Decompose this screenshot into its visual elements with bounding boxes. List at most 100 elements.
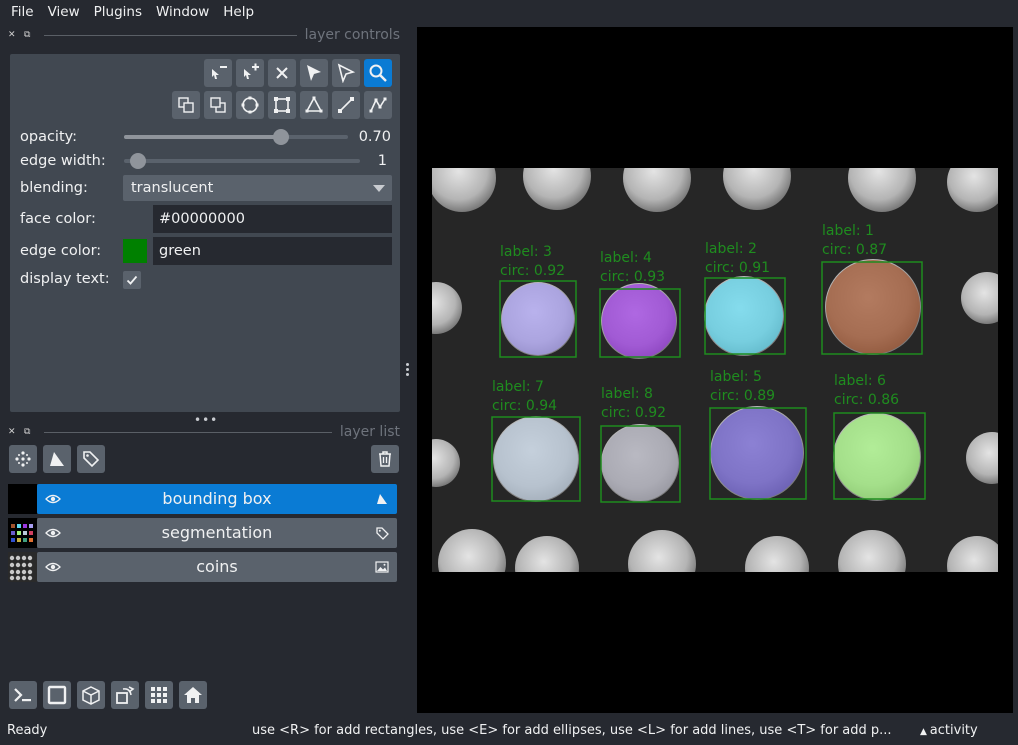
face-color-label: face color:	[20, 211, 96, 227]
segmentation-mask	[502, 283, 574, 355]
layer-body[interactable]: segmentation	[37, 518, 397, 548]
grid-view-button[interactable]	[145, 681, 173, 709]
dock-close-icon[interactable]: ✕	[8, 30, 24, 40]
add-vertex-button[interactable]	[236, 59, 264, 87]
image-icon	[375, 561, 389, 573]
add-path-button[interactable]	[364, 91, 392, 119]
opacity-label: opacity:	[20, 129, 78, 145]
direct-select-button[interactable]	[332, 59, 360, 87]
layer-body[interactable]: coins	[37, 552, 397, 582]
points-icon	[15, 451, 31, 467]
eye-icon[interactable]	[45, 560, 61, 574]
toggle-ndisplay-button[interactable]	[43, 681, 71, 709]
cube-icon	[82, 686, 100, 705]
move-back-button[interactable]	[204, 91, 232, 119]
layer-row-coins[interactable]: coins	[8, 552, 397, 582]
edge-color-field[interactable]: green	[153, 237, 392, 265]
menu-plugins[interactable]: Plugins	[87, 4, 149, 20]
add-polygon-button[interactable]	[300, 91, 328, 119]
layer-row-segmentation[interactable]: segmentation	[8, 518, 397, 548]
annotation-label: label: 1	[822, 223, 874, 239]
remove-vertex-button[interactable]	[204, 59, 232, 87]
activity-label: activity	[929, 723, 978, 738]
annotation-circularity: circ: 0.92	[601, 405, 666, 421]
select-shapes-button[interactable]	[300, 59, 328, 87]
add-ellipse-button[interactable]	[236, 91, 264, 119]
coins-image[interactable]: label: 1 circ: 0.87 label: 2 circ: 0.91 labe…	[432, 168, 998, 572]
opacity-slider-fill	[124, 135, 281, 139]
delete-shape-button[interactable]	[268, 59, 296, 87]
opacity-slider[interactable]	[124, 129, 348, 145]
tag-icon	[376, 527, 389, 540]
blending-dropdown[interactable]: translucent	[123, 175, 392, 201]
zoom-button[interactable]	[364, 59, 392, 87]
layer-list-header: ✕ ⧉ layer list	[8, 424, 400, 440]
dock-float-icon[interactable]: ⧉	[24, 427, 40, 437]
rectangle-icon	[274, 97, 290, 113]
viewer-canvas[interactable]: label: 1 circ: 0.87 label: 2 circ: 0.91 labe…	[417, 27, 1013, 713]
dock-splitter-handle[interactable]	[406, 361, 412, 378]
dock-float-icon[interactable]: ⧉	[24, 30, 40, 40]
shapes-icon	[50, 452, 64, 466]
new-labels-layer-button[interactable]	[77, 445, 105, 473]
polygon-icon	[305, 96, 323, 113]
layer-controls-header: ✕ ⧉ layer controls	[8, 27, 400, 43]
annotation-circularity: circ: 0.89	[710, 388, 775, 404]
menu-bar: File View Plugins Window Help	[0, 0, 1018, 24]
annotation-label: label: 2	[705, 241, 757, 257]
roll-dimensions-button[interactable]	[77, 681, 105, 709]
edge-width-slider-handle[interactable]	[130, 153, 146, 169]
edge-width-slider[interactable]	[124, 153, 360, 169]
segmentation-mask	[834, 414, 920, 500]
zoom-icon	[369, 64, 387, 82]
segmentation-mask	[705, 277, 783, 355]
add-vertex-icon	[244, 63, 259, 79]
opacity-slider-handle[interactable]	[272, 129, 289, 145]
line-icon	[338, 97, 354, 113]
layer-thumbnail	[8, 518, 37, 548]
annotation-circularity: circ: 0.94	[492, 398, 557, 414]
segmentation-thumbnail-image	[11, 524, 33, 542]
annotation-circularity: circ: 0.86	[834, 392, 899, 408]
new-shapes-layer-button[interactable]	[43, 445, 71, 473]
edge-width-label: edge width:	[20, 153, 106, 169]
annotation-circularity: circ: 0.93	[600, 269, 665, 285]
annotation-circularity: circ: 0.92	[500, 263, 565, 279]
annotation-label: label: 4	[600, 250, 652, 266]
layer-controls-panel: opacity: 0.70 edge width: 1 blending: tr…	[10, 54, 400, 412]
home-icon	[184, 687, 202, 703]
activity-toggle[interactable]: ▲ activity	[920, 723, 978, 738]
eye-icon[interactable]	[45, 492, 61, 506]
square-icon	[47, 685, 67, 705]
annotation-circularity: circ: 0.87	[822, 242, 887, 258]
arrow-pointer-icon	[307, 65, 321, 81]
menu-view[interactable]: View	[41, 4, 87, 20]
opacity-value: 0.70	[358, 129, 391, 145]
move-back-icon	[210, 97, 226, 113]
add-rectangle-button[interactable]	[268, 91, 296, 119]
blending-label: blending:	[20, 180, 88, 196]
console-button[interactable]	[9, 681, 37, 709]
add-line-button[interactable]	[332, 91, 360, 119]
eye-icon[interactable]	[45, 526, 61, 540]
layer-row-bounding-box[interactable]: bounding box	[8, 484, 397, 514]
layer-thumbnail	[8, 552, 37, 582]
menu-window[interactable]: Window	[149, 4, 216, 20]
menu-help[interactable]: Help	[216, 4, 261, 20]
reset-view-button[interactable]	[179, 681, 207, 709]
delete-layer-button[interactable]	[371, 445, 399, 473]
layer-list-title: layer list	[339, 424, 400, 440]
face-color-field[interactable]: #00000000	[153, 205, 392, 233]
layer-body[interactable]: bounding box	[37, 484, 397, 514]
display-text-label: display text:	[20, 271, 110, 287]
transpose-button[interactable]	[111, 681, 139, 709]
move-front-button[interactable]	[172, 91, 200, 119]
menu-file[interactable]: File	[4, 4, 41, 20]
status-ready: Ready	[7, 723, 48, 738]
new-points-layer-button[interactable]	[9, 445, 37, 473]
ellipse-icon	[241, 96, 259, 114]
chevron-down-icon	[373, 185, 385, 192]
edge-color-swatch[interactable]	[123, 239, 147, 263]
display-text-checkbox[interactable]	[123, 271, 141, 289]
dock-close-icon[interactable]: ✕	[8, 427, 24, 437]
